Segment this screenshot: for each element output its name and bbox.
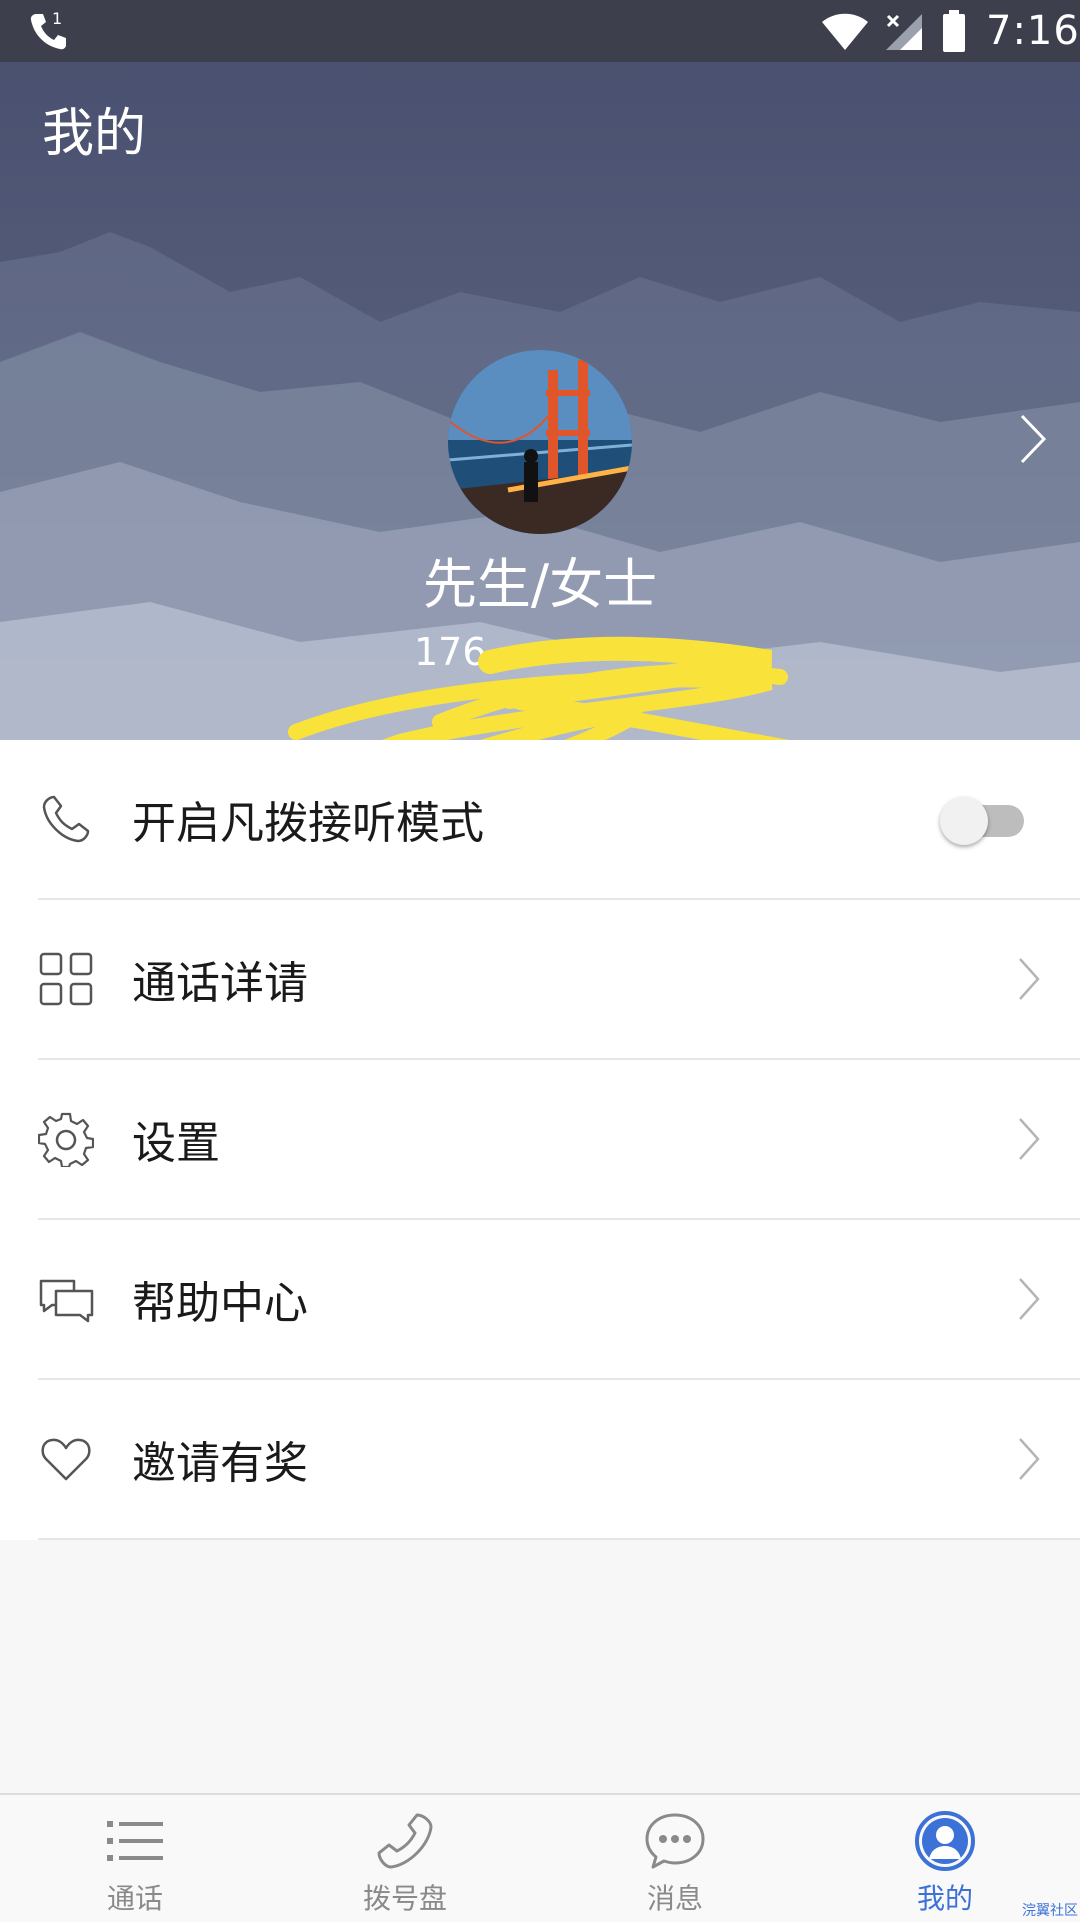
answer-mode-toggle[interactable]: [940, 797, 1024, 845]
phone-icon: [42, 795, 90, 843]
call-notification-icon: 1: [30, 9, 66, 50]
gear-icon: [38, 1112, 94, 1167]
avatar-photo: [448, 350, 632, 534]
chevron-right-icon[interactable]: [1016, 412, 1050, 466]
tab-label: 消息: [646, 1882, 703, 1915]
phone-icon: [377, 1813, 433, 1869]
heart-icon: [41, 1438, 91, 1481]
tab-messages[interactable]: 消息: [540, 1795, 810, 1922]
chevron-right-icon: [1019, 1118, 1040, 1160]
redaction-scribble: [288, 636, 790, 740]
avatar[interactable]: [448, 350, 632, 534]
chat-bubbles-icon: [39, 1279, 94, 1323]
chevron-right-icon: [1019, 1438, 1040, 1480]
profile-header[interactable]: 我的 先生/女士 176: [0, 62, 1080, 740]
tab-label: 通话: [106, 1882, 163, 1915]
watermark-text: 浣翼社区: [1022, 1903, 1078, 1919]
chevron-right-icon: [1019, 958, 1040, 1000]
wifi-icon: [822, 13, 868, 50]
grid-icon: [39, 952, 93, 1006]
bottom-tab-bar: 通话 拨号盘 消息 我的 浣翼社区: [0, 1793, 1080, 1922]
menu-item-label: 帮助中心: [132, 1278, 308, 1329]
list-icon: [107, 1821, 163, 1861]
signal-icon: [886, 14, 922, 50]
page-title: 我的: [42, 104, 147, 164]
tab-calls[interactable]: 通话: [0, 1795, 270, 1922]
menu-item-settings[interactable]: 设置: [38, 1060, 1080, 1220]
menu-list: 开启凡拨接听模式 通话详请 设置 帮助中心 邀请有奖: [0, 740, 1080, 1540]
user-icon: [915, 1811, 975, 1871]
clock: 7:16: [986, 8, 1080, 54]
menu-item-label: 邀请有奖: [132, 1438, 308, 1489]
menu-item-label: 开启凡拨接听模式: [132, 798, 484, 849]
status-bar: 1 7:16: [0, 0, 1080, 62]
tab-dialpad[interactable]: 拨号盘: [270, 1795, 540, 1922]
svg-text:1: 1: [52, 9, 62, 28]
toggle-knob: [940, 797, 988, 845]
battery-icon: [943, 10, 965, 52]
menu-item-answer-mode[interactable]: 开启凡拨接听模式: [38, 740, 1080, 900]
chevron-right-icon: [1019, 1278, 1040, 1320]
menu-item-call-details[interactable]: 通话详请: [38, 900, 1080, 1060]
menu-item-invite-rewards[interactable]: 邀请有奖: [38, 1380, 1080, 1540]
message-icon: [645, 1813, 705, 1869]
menu-item-help-center[interactable]: 帮助中心: [38, 1220, 1080, 1380]
menu-item-label: 通话详请: [132, 958, 308, 1009]
menu-item-label: 设置: [132, 1118, 220, 1169]
tab-label: 拨号盘: [362, 1882, 447, 1915]
